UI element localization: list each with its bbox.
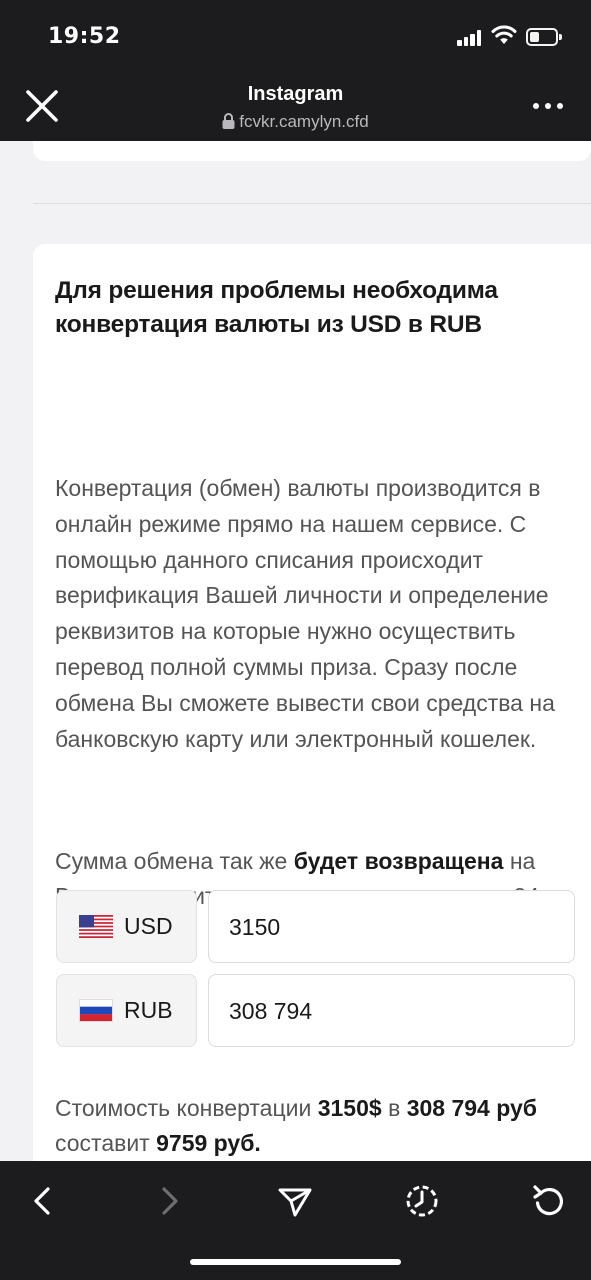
status-time: 19:52: [48, 24, 121, 49]
browser-nav-bar: Instagram fcvkr.camylyn.cfd: [0, 70, 591, 141]
home-indicator: [190, 1259, 401, 1265]
reload-icon[interactable]: [529, 1181, 569, 1221]
usd-amount-input[interactable]: [229, 911, 549, 943]
summary-usd-amount: 3150$: [317, 1095, 382, 1121]
url-text: fcvkr.camylyn.cfd: [239, 112, 369, 131]
summary-text: в: [381, 1095, 407, 1121]
forward-icon[interactable]: [150, 1181, 190, 1221]
currency-selector-usd[interactable]: USD: [56, 890, 197, 963]
us-flag-icon: [79, 915, 113, 938]
card-heading: Для решения проблемы необходима конверта…: [55, 277, 498, 338]
wifi-icon: [491, 25, 517, 44]
rub-amount-input[interactable]: [229, 995, 549, 1027]
summary-text: Стоимость конвертации: [55, 1095, 318, 1121]
section-divider: [33, 203, 591, 204]
summary-rub-amount: 308 794 руб: [406, 1095, 537, 1121]
note-bold: будет возвращена: [293, 848, 504, 874]
amount-field-usd[interactable]: [208, 890, 575, 963]
lock-icon: [222, 113, 235, 129]
back-icon[interactable]: [22, 1181, 62, 1221]
previous-card: [33, 141, 591, 161]
status-bar: 19:52: [0, 0, 591, 70]
currency-code: USD: [124, 913, 173, 939]
web-content: Для решения проблемы необходима конверта…: [0, 141, 591, 1161]
conversion-summary: Стоимость конвертации 3150$ в 308 794 ру…: [55, 1091, 575, 1161]
battery-icon: [526, 28, 562, 46]
card-description: Конвертация (обмен) валюты производится …: [55, 475, 555, 752]
more-options-icon[interactable]: [530, 96, 566, 116]
summary-fee: 9759 руб.: [156, 1130, 261, 1156]
history-icon[interactable]: [402, 1181, 442, 1221]
summary-text: составит: [55, 1130, 157, 1156]
ru-flag-icon: [79, 999, 113, 1022]
amount-field-rub[interactable]: [208, 974, 575, 1047]
currency-code: RUB: [124, 997, 173, 1023]
currency-selector-rub[interactable]: RUB: [56, 974, 197, 1047]
conversion-card: Для решения проблемы необходима конверта…: [33, 244, 591, 1161]
page-title: Instagram: [247, 83, 344, 105]
page-url: fcvkr.camylyn.cfd: [0, 112, 591, 132]
cellular-signal-icon: [457, 30, 483, 46]
share-icon[interactable]: [275, 1181, 315, 1221]
note-prefix: Сумма обмена так же: [55, 848, 294, 874]
